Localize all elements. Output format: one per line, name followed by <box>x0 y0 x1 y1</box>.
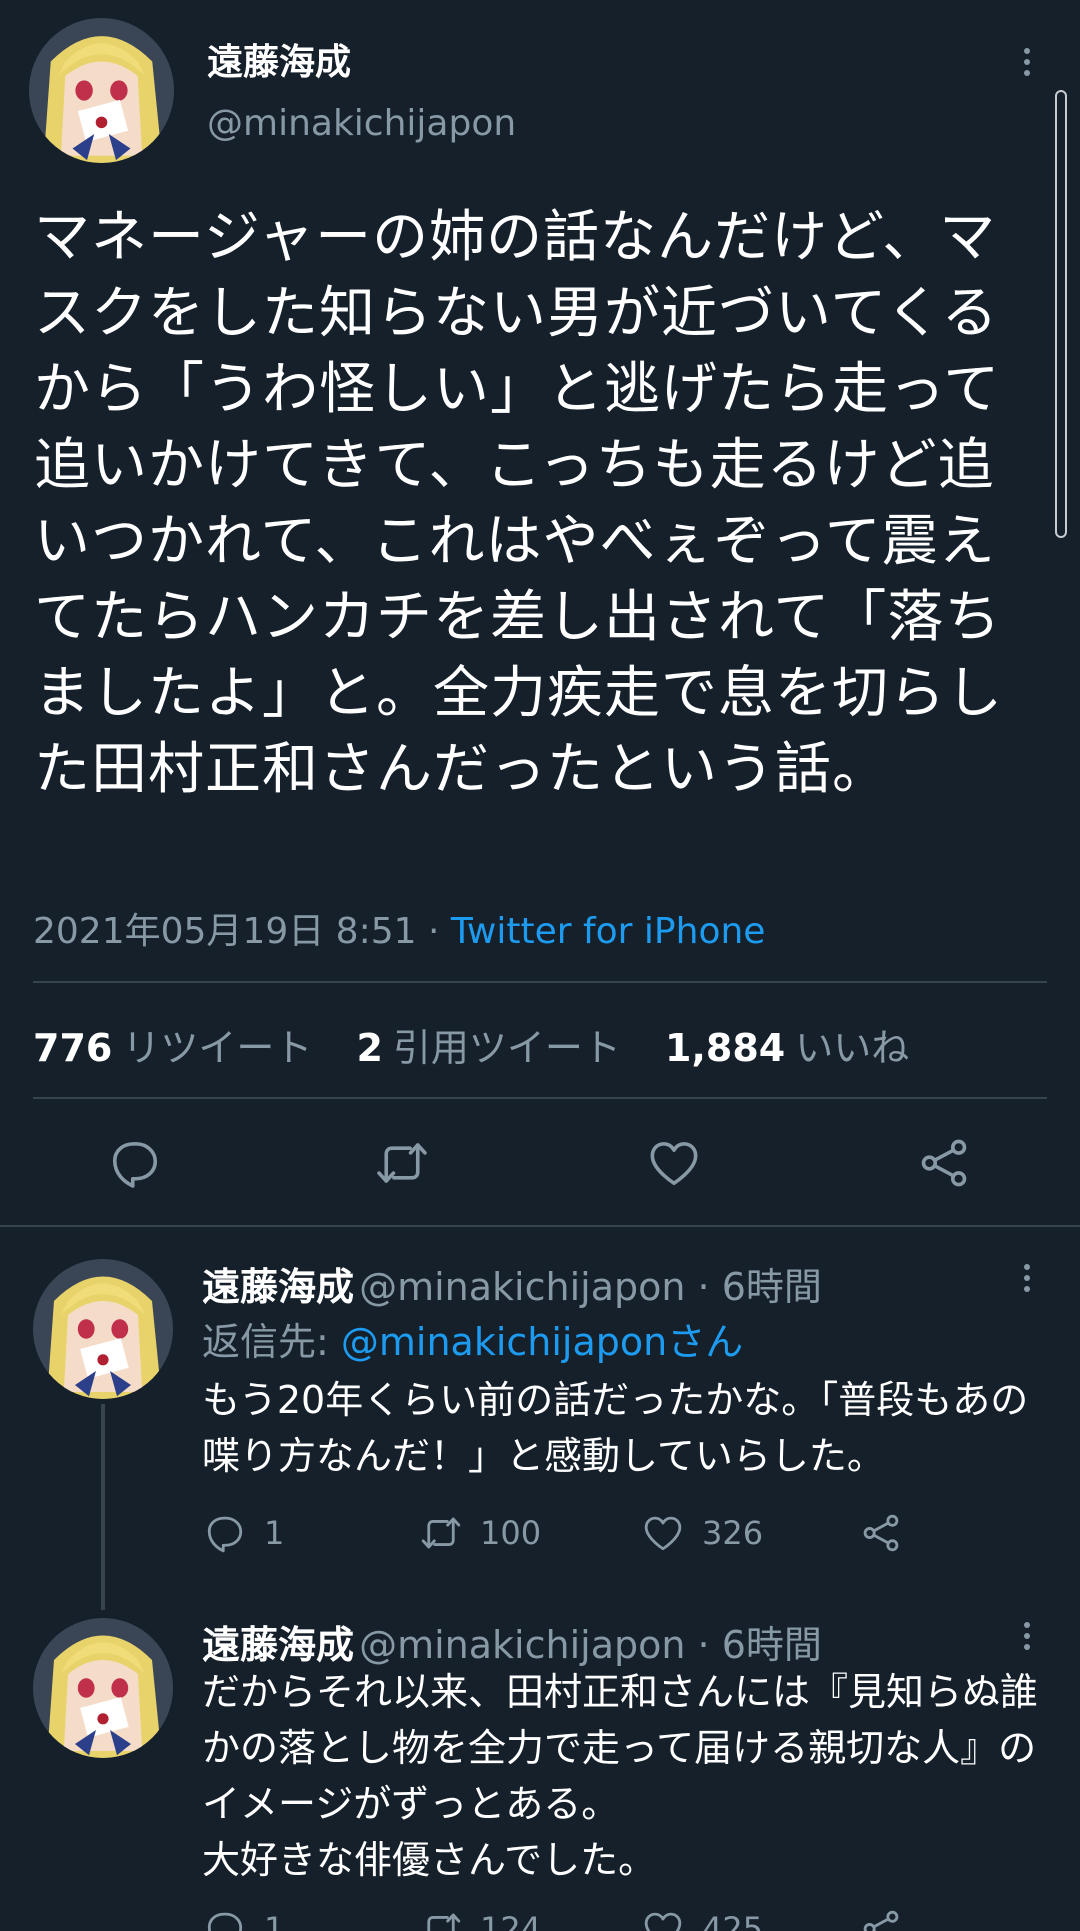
share-icon <box>863 1514 899 1552</box>
retweet-label: リツイート <box>122 1026 313 1070</box>
retweet-icon[interactable] <box>375 1136 429 1190</box>
like-icon <box>644 1516 682 1551</box>
retweet-button[interactable]: 124 <box>420 1908 541 1931</box>
retweet-count: 776 <box>33 1026 113 1070</box>
reply-author-name[interactable]: 遠藤海成 <box>202 1265 354 1309</box>
like-icon <box>644 1912 682 1931</box>
share-icon <box>863 1910 899 1931</box>
dot-separator: · <box>685 1623 722 1667</box>
like-icon[interactable] <box>647 1136 701 1190</box>
tweet-stats: 776 リツイート 2 引用ツイート 1,884 いいね <box>33 1017 941 1072</box>
like-label: いいね <box>795 1026 910 1070</box>
reply-header: 遠藤海成 @minakichijapon · 6時間 <box>202 1614 822 1669</box>
divider <box>33 1097 1047 1099</box>
share-button[interactable] <box>860 1908 920 1931</box>
like-stat[interactable]: 1,884 いいね <box>665 1026 941 1070</box>
reply-author-handle[interactable]: @minakichijapon <box>359 1623 685 1667</box>
divider <box>33 981 1047 983</box>
avatar-image <box>29 18 174 163</box>
reply-count: 1 <box>264 1910 285 1931</box>
like-button[interactable]: 326 <box>642 1512 763 1554</box>
more-options-icon[interactable] <box>1017 1618 1037 1654</box>
share-button[interactable] <box>860 1512 920 1554</box>
reply-button[interactable]: 1 <box>204 1512 284 1554</box>
like-count: 1,884 <box>665 1026 786 1070</box>
tweet-date[interactable]: 2021年05月19日 8:51 <box>33 911 417 952</box>
author-name[interactable]: 遠藤海成 <box>207 33 351 85</box>
retweet-stat[interactable]: 776 リツイート <box>33 1026 344 1070</box>
tweet-text: マネージャーの姉の話なんだけど、マスクをした知らない男が近づいてくるから「うわ怪… <box>34 205 1003 802</box>
tweet-meta: 2021年05月19日 8:51 · Twitter for iPhone <box>33 902 765 954</box>
reply-button[interactable]: 1 <box>204 1908 284 1931</box>
reply-text: だからそれ以来、田村正和さんには『見知らぬ誰かの落とし物を全力で走って届ける親切… <box>202 1670 1039 1882</box>
reply-icon[interactable] <box>108 1136 162 1190</box>
author-avatar[interactable] <box>29 18 174 163</box>
scrollbar[interactable] <box>1055 90 1067 538</box>
reply-author-handle[interactable]: @minakichijapon <box>359 1265 685 1309</box>
retweet-icon <box>427 1913 461 1931</box>
thread-connector <box>101 1404 105 1610</box>
like-count: 326 <box>702 1514 764 1552</box>
reply-text: もう20年くらい前の話だったかな。「普段もあの喋り方なんだ！」と感動していらした… <box>202 1378 1029 1478</box>
reply-header: 遠藤海成 @minakichijapon · 6時間 <box>202 1256 822 1311</box>
reply-icon <box>207 1516 243 1553</box>
reply-avatar[interactable] <box>33 1618 173 1758</box>
meta-separator: · <box>416 911 451 952</box>
share-icon[interactable] <box>917 1136 971 1190</box>
quote-count: 2 <box>356 1026 383 1070</box>
like-count: 425 <box>702 1910 764 1931</box>
dot-separator: · <box>685 1265 722 1309</box>
reply-avatar[interactable] <box>33 1259 173 1399</box>
author-handle[interactable]: @minakichijapon <box>207 103 516 144</box>
like-button[interactable]: 425 <box>642 1908 763 1931</box>
reply-time[interactable]: 6時間 <box>722 1623 822 1667</box>
avatar-image <box>33 1259 173 1399</box>
reply-icon <box>207 1912 243 1931</box>
reply-to-line: 返信先: @minakichijaponさん <box>202 1311 743 1366</box>
retweet-icon <box>421 1517 461 1549</box>
reply-to-user[interactable]: @minakichijaponさん <box>341 1320 743 1364</box>
retweet-count: 100 <box>480 1514 542 1552</box>
quote-stat[interactable]: 2 引用ツイート <box>356 1026 652 1070</box>
divider <box>0 1225 1080 1227</box>
more-options-icon[interactable] <box>1017 44 1037 80</box>
quote-label: 引用ツイート <box>392 1026 621 1070</box>
retweet-count: 124 <box>480 1910 542 1931</box>
more-options-icon[interactable] <box>1017 1260 1037 1296</box>
reply-time[interactable]: 6時間 <box>722 1265 822 1309</box>
reply-author-name[interactable]: 遠藤海成 <box>202 1623 354 1667</box>
retweet-button[interactable]: 100 <box>420 1512 541 1554</box>
reply-count: 1 <box>264 1514 285 1552</box>
reply-to-label: 返信先: <box>202 1320 341 1364</box>
tweet-source[interactable]: Twitter for iPhone <box>451 911 766 952</box>
avatar-image <box>33 1618 173 1758</box>
